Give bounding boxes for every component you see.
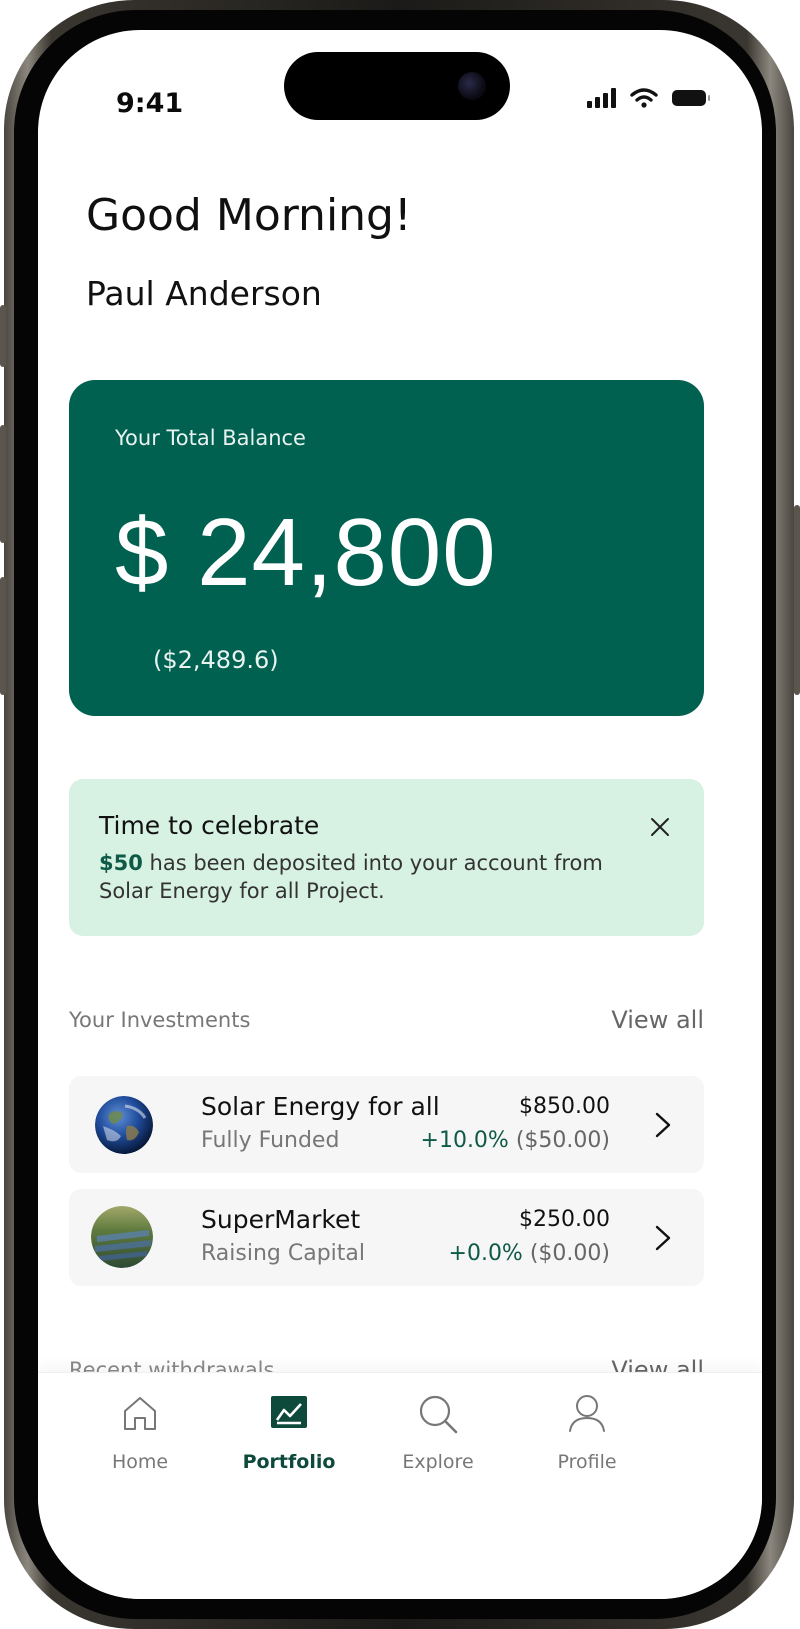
tab-label: Portfolio: [242, 1451, 336, 1473]
screen: 9:41 Good Morning! Paul Anderson Your To…: [38, 30, 762, 1599]
investment-change-pct: +10.0%: [420, 1128, 509, 1153]
investment-name: Solar Energy for all: [201, 1092, 440, 1121]
investment-change-pct: +0.0%: [448, 1241, 523, 1266]
investment-change-amount: ($50.00): [515, 1128, 610, 1153]
balance-card: Your Total Balance $ 24,800 ($2,489.6): [69, 380, 704, 716]
search-icon: [419, 1395, 458, 1434]
power-button: [794, 505, 800, 695]
investment-value: $850.00: [519, 1094, 610, 1119]
tab-home[interactable]: Home: [65, 1393, 215, 1473]
deposit-notice: Time to celebrate $50 has been deposited…: [69, 779, 704, 936]
balance-change: ($2,489.6): [153, 646, 279, 674]
signal-icon: [587, 88, 616, 108]
investment-change: +0.0% ($0.00): [449, 1241, 610, 1266]
chart-icon: [271, 1396, 307, 1428]
tab-portfolio[interactable]: Portfolio: [214, 1393, 364, 1473]
tab-label: Explore: [402, 1451, 474, 1473]
chevron-right-icon[interactable]: [654, 1110, 672, 1140]
user-icon: [569, 1395, 605, 1432]
greeting-title: Good Morning!: [86, 190, 412, 241]
notice-message: $50 has been deposited into your account…: [99, 849, 659, 905]
notice-amount: $50: [99, 851, 143, 875]
investments-title: Your Investments: [69, 1008, 251, 1032]
investment-status: Fully Funded: [201, 1128, 340, 1153]
wifi-icon: [630, 88, 658, 108]
user-name: Paul Anderson: [86, 274, 322, 313]
notice-title: Time to celebrate: [99, 811, 320, 840]
investment-change: +10.0% ($50.00): [421, 1128, 610, 1153]
volume-up-button: [0, 425, 6, 543]
investment-change-amount: ($0.00): [529, 1241, 610, 1266]
chevron-right-icon[interactable]: [654, 1223, 672, 1253]
tab-label: Profile: [557, 1451, 617, 1473]
status-time: 9:41: [116, 88, 184, 119]
home-icon: [124, 1397, 156, 1430]
tab-label: Home: [111, 1451, 169, 1473]
front-camera: [458, 72, 486, 100]
investment-value: $250.00: [519, 1207, 610, 1232]
status-icons: [587, 88, 710, 108]
close-icon[interactable]: [648, 815, 672, 839]
silent-switch: [0, 305, 6, 367]
investment-name: SuperMarket: [201, 1205, 361, 1234]
earth-image: [95, 1096, 153, 1154]
investments-view-all-link[interactable]: View all: [611, 1006, 704, 1034]
solar-farm-image: [91, 1206, 153, 1268]
tab-bar: Home Portfolio Explore Profile: [38, 1372, 762, 1599]
tab-explore[interactable]: Explore: [363, 1393, 513, 1473]
balance-label: Your Total Balance: [115, 426, 306, 450]
volume-down-button: [0, 577, 6, 695]
balance-amount: $ 24,800: [115, 499, 497, 606]
investment-row-supermarket[interactable]: SuperMarket Raising Capital $250.00 +0.0…: [69, 1189, 704, 1286]
dynamic-island: [284, 52, 510, 120]
investment-row-solar[interactable]: Solar Energy for all Fully Funded $850.0…: [69, 1076, 704, 1173]
tab-profile[interactable]: Profile: [512, 1393, 662, 1473]
notice-text: has been deposited into your account fro…: [99, 851, 603, 903]
battery-icon: [672, 90, 710, 106]
investment-status: Raising Capital: [201, 1241, 366, 1266]
